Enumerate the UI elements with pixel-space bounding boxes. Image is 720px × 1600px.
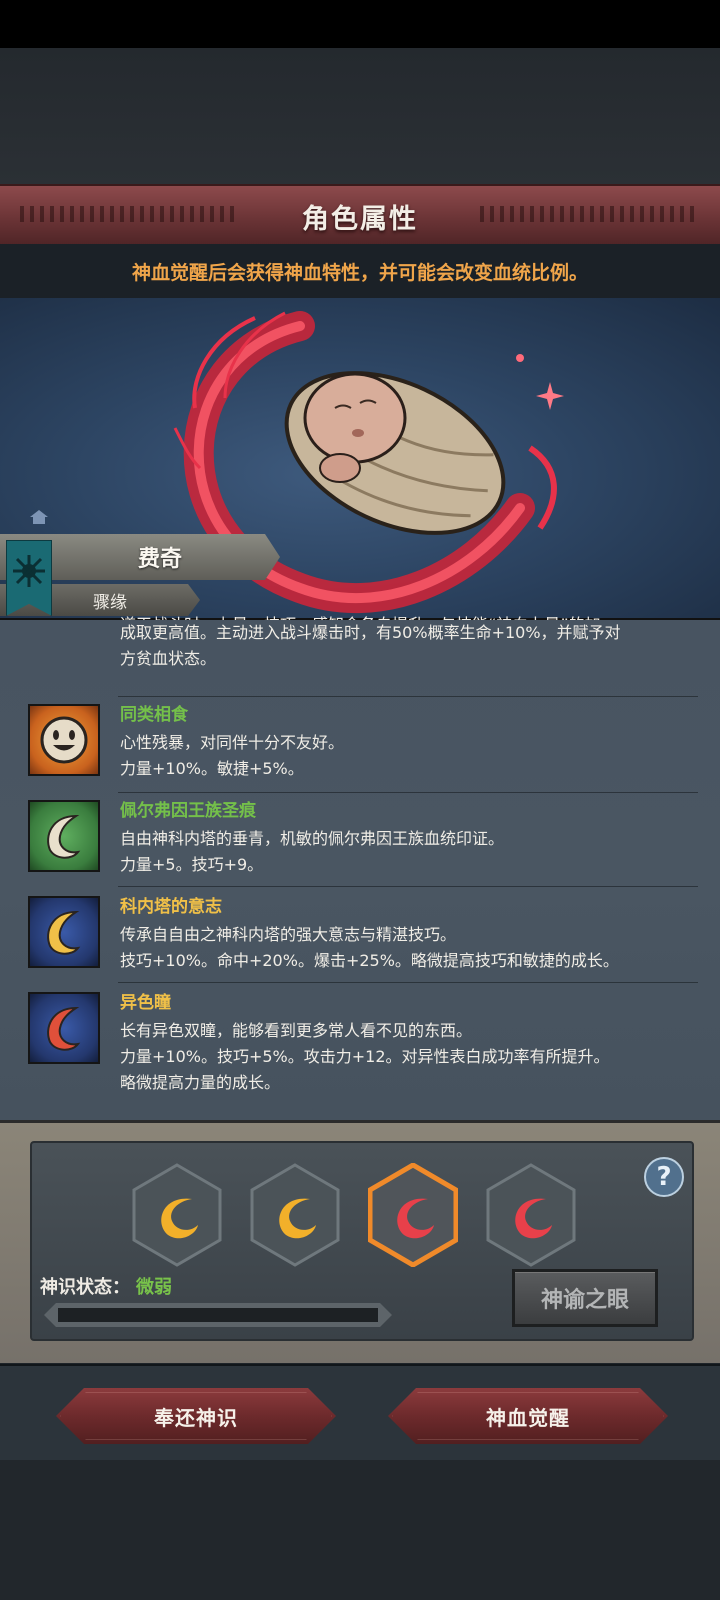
divider <box>118 696 698 697</box>
divider <box>118 792 698 793</box>
character-lineage: 骤缘 <box>93 592 127 613</box>
action-bar: 奉还神识 神血觉醒 <box>0 1364 720 1462</box>
trait-description: 自由神科内塔的垂青，机敏的佩尔弗因王族血统印证。 力量+5。技巧+9。 <box>120 826 705 878</box>
trait-description: 传承自自由之神科内塔的强大意志与精湛技巧。 技巧+10%。命中+20%。爆击+2… <box>120 922 705 974</box>
background <box>0 48 720 184</box>
gold-crescent-icon <box>28 896 100 968</box>
trait-line: 力量+10%。技巧+5%。攻击力+12。对异性表白成功率有所提升。 <box>120 1047 610 1066</box>
divine-progress-bar <box>44 1303 392 1327</box>
trait-item[interactable]: 科内塔的意志 传承自自由之神科内塔的强大意志与精湛技巧。 技巧+10%。命中+2… <box>28 896 708 988</box>
divine-status: 神识状态： 微弱 <box>40 1273 172 1299</box>
trait-line: 心性残暴，对同伴十分不友好。 <box>120 733 345 752</box>
blood-awaken-button[interactable]: 神血觉醒 <box>388 1388 668 1444</box>
progress-track <box>58 1308 378 1322</box>
partial-line: 道天战斗时，力量、技巧、感知会各自提升，与技能“神血力量”的加 <box>120 612 700 620</box>
red-crescent-icon <box>28 992 100 1064</box>
trait-name: 科内塔的意志 <box>120 897 222 917</box>
trait-name: 同类相食 <box>120 705 188 725</box>
trait-description: 长有异色双瞳，能够看到更多常人看不见的东西。 力量+10%。技巧+5%。攻击力+… <box>120 1018 705 1096</box>
partial-line: 方贫血状态。 <box>120 649 217 668</box>
divider <box>118 886 698 887</box>
title-banner: 角色属性 <box>0 184 720 248</box>
trait-name: 佩尔弗因王族圣痕 <box>120 801 256 821</box>
trait-description: 心性残暴，对同伴十分不友好。 力量+10%。敏捷+5%。 <box>120 730 705 782</box>
trait-item[interactable]: 异色瞳 长有异色双瞳，能够看到更多常人看不见的东西。 力量+10%。技巧+5%。… <box>28 992 708 1092</box>
red-crescent-slot-icon[interactable] <box>368 1163 458 1267</box>
partial-line: 成取更高值。主动进入战斗爆击时，有50%概率生命+10%，并赋予对 <box>120 623 621 642</box>
trait-line: 自由神科内塔的垂青，机敏的佩尔弗因王族血统印证。 <box>120 829 505 848</box>
page-title: 角色属性 <box>302 203 418 235</box>
trait-item[interactable]: 同类相食 心性残暴，对同伴十分不友好。 力量+10%。敏捷+5%。 <box>28 704 708 796</box>
divine-awareness-inner: ? 神识状态： 微弱 神谕之眼 <box>30 1141 694 1341</box>
character-name: 费奇 <box>137 547 182 572</box>
gold-crescent-slot-icon[interactable] <box>132 1163 222 1267</box>
gold-crescent-slot-icon[interactable] <box>250 1163 340 1267</box>
trait-line: 略微提高力量的成长。 <box>120 1073 281 1092</box>
white-crescent-icon <box>28 800 100 872</box>
trait-line: 长有异色双瞳，能够看到更多常人看不见的东西。 <box>120 1021 473 1040</box>
trait-line: 传承自自由之神科内塔的强大意志与精湛技巧。 <box>120 925 457 944</box>
status-label: 神识状态： <box>40 1277 130 1298</box>
house-icon <box>30 510 48 524</box>
help-button[interactable]: ? <box>644 1157 684 1197</box>
return-divine-button[interactable]: 奉还神识 <box>56 1388 336 1444</box>
trait-line: 技巧+10%。命中+20%。爆击+25%。略微提高技巧和敏捷的成长。 <box>120 951 619 970</box>
trait-name: 异色瞳 <box>120 993 171 1013</box>
status-bar <box>0 0 720 48</box>
oracle-eye-button[interactable]: 神谕之眼 <box>512 1269 658 1327</box>
divider <box>118 982 698 983</box>
trait-line: 力量+5。技巧+9。 <box>120 855 264 874</box>
trait-line: 力量+10%。敏捷+5%。 <box>120 759 304 778</box>
red-crescent-slot-icon[interactable] <box>486 1163 576 1267</box>
trait-item[interactable]: 佩尔弗因王族圣痕 自由神科内塔的垂青，机敏的佩尔弗因王族血统印证。 力量+5。技… <box>28 800 708 892</box>
sun-emblem-icon <box>13 555 45 587</box>
divine-awareness-panel: ? 神识状态： 微弱 神谕之眼 <box>0 1120 720 1363</box>
smiley-face-icon <box>28 704 100 776</box>
background-bottom <box>0 1460 720 1600</box>
status-value: 微弱 <box>136 1277 172 1298</box>
partial-trait-description: 道天战斗时，力量、技巧、感知会各自提升，与技能“神血力量”的加 成取更高值。主动… <box>120 615 700 672</box>
hint-text: 神血觉醒后会获得神血特性，并可能会改变血统比例。 <box>131 261 588 284</box>
hint-bar: 神血觉醒后会获得神血特性，并可能会改变血统比例。 <box>0 244 720 298</box>
traits-panel[interactable]: 道天战斗时，力量、技巧、感知会各自提升，与技能“神血力量”的加 成取更高值。主动… <box>0 615 720 1122</box>
